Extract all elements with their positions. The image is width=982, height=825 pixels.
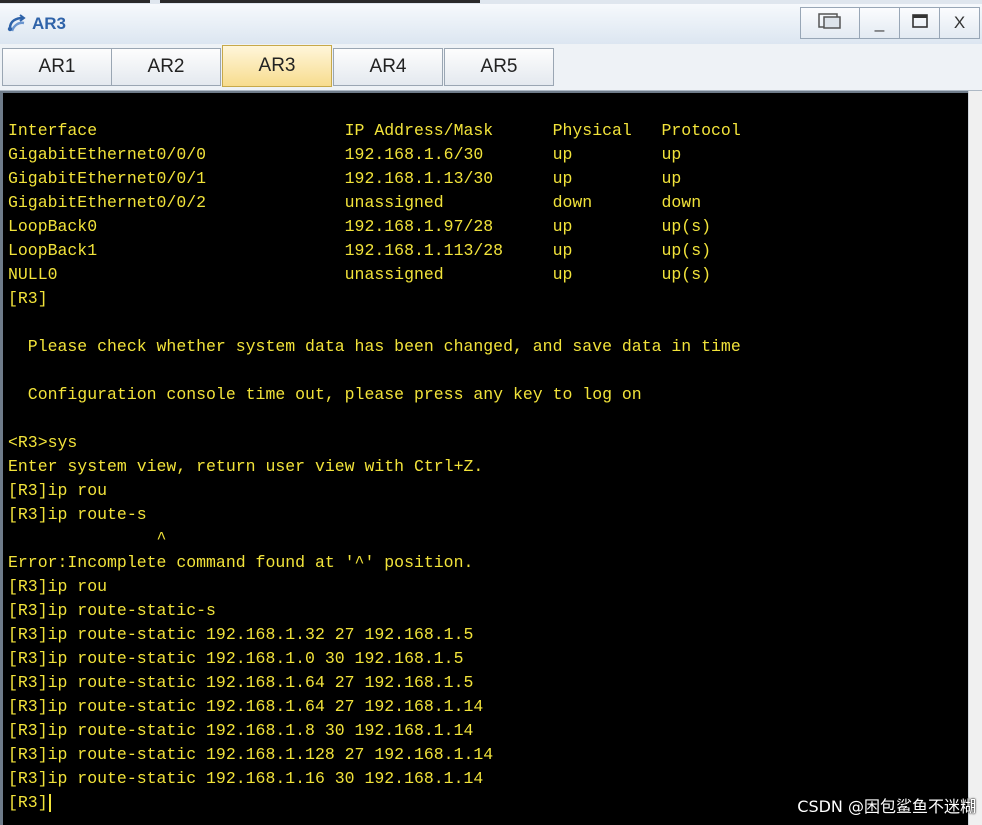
console-line: [R3]ip route-static 192.168.1.16 30 192.… — [8, 769, 484, 788]
console-line: Interface IP Address/Mask Physical Proto… — [8, 121, 741, 140]
console-line: [R3]ip route-static 192.168.1.64 27 192.… — [8, 697, 484, 716]
console-line: LoopBack0 192.168.1.97/28 up up(s) — [8, 217, 712, 236]
window-title: AR3 — [32, 14, 67, 33]
device-tab-bar: AR1 AR2 AR3 AR4 AR5 — [0, 44, 982, 91]
tab-ar1[interactable]: AR1 — [2, 48, 112, 86]
tab-ar4[interactable]: AR4 — [333, 48, 443, 86]
console-line: GigabitEthernet0/0/0 192.168.1.6/30 up u… — [8, 145, 682, 164]
console-output: Interface IP Address/Mask Physical Proto… — [8, 119, 741, 815]
console-line: GigabitEthernet0/0/2 unassigned down dow… — [8, 193, 702, 212]
watermark: CSDN @困包鲨鱼不迷糊 — [797, 797, 976, 816]
console-line: [R3]ip route-static 192.168.1.0 30 192.1… — [8, 649, 464, 668]
console-line: Please check whether system data has bee… — [8, 337, 741, 356]
console-prompt: [R3] — [8, 793, 48, 812]
console-line: LoopBack1 192.168.1.113/28 up up(s) — [8, 241, 712, 260]
restore-icon — [817, 12, 843, 35]
top-edge-segment — [0, 0, 150, 3]
top-edge-segment — [160, 0, 480, 3]
minimize-icon: _ — [874, 13, 885, 32]
console-line: Configuration console time out, please p… — [8, 385, 642, 404]
title-bar[interactable]: AR3 _ X — [0, 4, 982, 45]
console-terminal[interactable]: Interface IP Address/Mask Physical Proto… — [0, 91, 968, 825]
vertical-scrollbar[interactable] — [968, 91, 982, 825]
text-cursor — [48, 793, 51, 812]
tab-ar2[interactable]: AR2 — [111, 48, 221, 86]
close-icon: X — [953, 13, 966, 32]
tab-ar3[interactable]: AR3 — [222, 45, 332, 87]
console-line: Error:Incomplete command found at '^' po… — [8, 553, 474, 572]
tab-ar5[interactable]: AR5 — [444, 48, 554, 86]
console-line: [R3]ip rou — [8, 481, 108, 500]
console-line: Enter system view, return user view with… — [8, 457, 484, 476]
console-line: <R3>sys — [8, 433, 78, 452]
console-line: [R3]ip route-s — [8, 505, 147, 524]
console-prompt-line[interactable]: [R3] — [8, 791, 741, 815]
router-icon — [6, 12, 28, 34]
window-controls: _ X — [800, 7, 980, 39]
console-line: [R3]ip route-static-s — [8, 601, 216, 620]
console-line: GigabitEthernet0/0/1 192.168.1.13/30 up … — [8, 169, 682, 188]
restore-button[interactable] — [800, 7, 860, 39]
console-line: NULL0 unassigned up up(s) — [8, 265, 712, 284]
console-line: [R3]ip rou — [8, 577, 108, 596]
console-line: ^ — [8, 529, 167, 548]
console-line: [R3] — [8, 289, 48, 308]
minimize-button[interactable]: _ — [859, 7, 900, 39]
console-line: [R3]ip route-static 192.168.1.8 30 192.1… — [8, 721, 474, 740]
console-line: [R3]ip route-static 192.168.1.128 27 192… — [8, 745, 494, 764]
console-line: [R3]ip route-static 192.168.1.32 27 192.… — [8, 625, 474, 644]
maximize-button[interactable] — [899, 7, 940, 39]
close-button[interactable]: X — [939, 7, 980, 39]
maximize-icon — [911, 13, 928, 33]
console-line: [R3]ip route-static 192.168.1.64 27 192.… — [8, 673, 474, 692]
